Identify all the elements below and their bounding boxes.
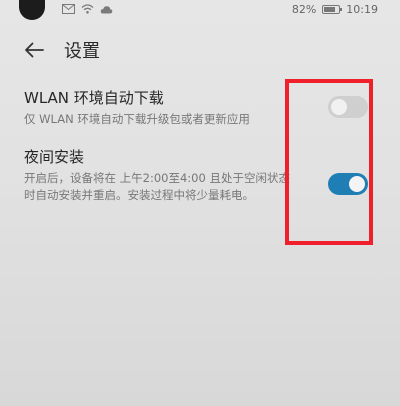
setting-wlan-auto-download[interactable]: WLAN 环境自动下载 仅 WLAN 环境自动下载升级包或者更新应用 [24,88,376,128]
settings-screen: 82% 10:19 设置 WLAN 环境自动下载 仅 WLAN 环境自动下载升级… [0,0,400,406]
battery-percent: 82% [291,3,317,16]
battery-fill [324,7,336,12]
status-icons [62,4,113,17]
cloud-icon [100,5,113,17]
back-button[interactable] [22,38,46,62]
setting-title: WLAN 环境自动下载 [24,89,164,107]
wlan-auto-download-toggle[interactable] [328,96,368,118]
setting-night-install[interactable]: 夜间安装 开启后，设备将在 上午2:00至4:00 且处于空闲状态时自动安装并重… [24,147,376,204]
header: 设置 [22,36,100,64]
toggle-knob [331,99,347,115]
arrow-left-icon [25,42,44,58]
wifi-icon [81,4,94,17]
mail-icon [62,4,75,17]
page-title: 设置 [64,41,100,62]
status-right: 82% 10:19 [292,3,378,16]
night-install-toggle[interactable] [328,173,368,195]
clock: 10:19 [346,3,378,16]
setting-title: 夜间安装 [24,148,85,166]
setting-description: 开启后，设备将在 上午2:00至4:00 且处于空闲状态时自动安装并重启。安装过… [24,171,290,202]
status-bar: 82% 10:19 [0,0,400,22]
toggle-knob [349,176,365,192]
setting-description: 仅 WLAN 环境自动下载升级包或者更新应用 [24,112,250,126]
battery-icon [322,5,343,14]
